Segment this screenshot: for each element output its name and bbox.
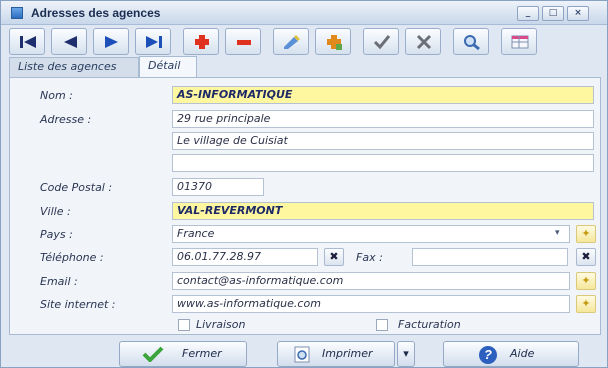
validate-button[interactable] <box>363 28 399 55</box>
code-postal-label: Code Postal : <box>40 181 113 194</box>
table-view-button[interactable] <box>501 28 537 55</box>
pays-add-button[interactable]: ✦ <box>576 225 596 243</box>
next-record-button[interactable] <box>93 28 129 55</box>
ville-label: Ville : <box>40 205 71 218</box>
window: Adresses des agences _ □ × Liste des age… <box>0 0 608 368</box>
search-icon <box>464 35 480 51</box>
aide-button[interactable]: ? Aide <box>443 341 579 367</box>
record-toolbar <box>9 28 601 56</box>
email-field[interactable]: contact@as-informatique.com <box>172 272 570 290</box>
cancel-icon <box>416 34 432 50</box>
search-button[interactable] <box>453 28 489 55</box>
livraison-checkbox[interactable] <box>178 319 190 331</box>
tab-liste-des-agences[interactable]: Liste des agences <box>9 57 139 77</box>
email-label: Email : <box>40 275 78 288</box>
first-record-button[interactable] <box>9 28 45 55</box>
facturation-label: Facturation <box>398 318 461 331</box>
pays-select[interactable]: France <box>172 225 570 243</box>
site-open-button[interactable]: ✦ <box>576 295 596 313</box>
nom-label: Nom : <box>40 89 73 102</box>
check-icon <box>142 346 164 362</box>
help-icon: ? <box>479 346 497 364</box>
delete-record-button[interactable] <box>225 28 261 55</box>
code-postal-field[interactable]: 01370 <box>172 178 264 196</box>
adresse-label: Adresse : <box>40 113 92 126</box>
telephone-field[interactable]: 06.01.77.28.97 <box>172 248 318 266</box>
previous-record-icon <box>64 36 77 48</box>
email-send-button[interactable]: ✦ <box>576 272 596 290</box>
ville-field[interactable]: VAL-REVERMONT <box>172 202 594 220</box>
add-record-button[interactable] <box>183 28 219 55</box>
minimize-button[interactable]: _ <box>517 6 539 21</box>
site-internet-field[interactable]: www.as-informatique.com <box>172 295 570 313</box>
nom-field[interactable]: AS-INFORMATIQUE <box>172 86 594 104</box>
delete-icon <box>237 40 251 45</box>
add-icon <box>195 35 209 49</box>
validate-icon <box>373 35 391 50</box>
fax-field[interactable] <box>412 248 568 266</box>
fax-clear-button[interactable]: ✖ <box>576 248 596 266</box>
previous-record-button[interactable] <box>51 28 87 55</box>
close-button[interactable]: × <box>567 6 589 21</box>
adresse-line1-field[interactable]: 29 rue principale <box>172 110 594 128</box>
adresse-line3-field[interactable] <box>172 154 594 172</box>
fax-label: Fax : <box>356 251 383 264</box>
print-preview-icon <box>294 346 310 363</box>
edit-record-button[interactable] <box>273 28 309 55</box>
tab-detail[interactable]: Détail <box>139 56 197 78</box>
window-title: Adresses des agences <box>31 6 161 20</box>
aide-label: Aide <box>510 347 535 360</box>
adresse-line2-field[interactable]: Le village de Cuisiat <box>172 132 594 150</box>
clear-icon: ✖ <box>581 250 591 263</box>
imprimer-dropdown-button[interactable]: ▾ <box>397 341 415 367</box>
title-bar[interactable]: Adresses des agences _ □ × <box>1 1 607 25</box>
clear-icon: ✖ <box>329 250 339 263</box>
pays-label: Pays : <box>40 228 73 241</box>
duplicate-icon <box>327 35 342 50</box>
app-icon <box>11 7 23 19</box>
imprimer-button[interactable]: Imprimer <box>277 341 395 367</box>
imprimer-label: Imprimer <box>322 347 373 360</box>
fermer-button[interactable]: Fermer <box>119 341 247 367</box>
next-record-icon <box>105 36 118 48</box>
table-icon <box>511 35 529 49</box>
livraison-label: Livraison <box>196 318 246 331</box>
first-record-icon <box>20 36 36 48</box>
svg-text:?: ? <box>484 347 492 362</box>
site-internet-label: Site internet : <box>40 298 116 311</box>
edit-icon <box>284 35 300 49</box>
fermer-label: Fermer <box>182 347 222 360</box>
cancel-button[interactable] <box>405 28 441 55</box>
detail-panel: Nom : AS-INFORMATIQUE Adresse : 29 rue p… <box>9 77 601 335</box>
facturation-checkbox[interactable] <box>376 319 388 331</box>
telephone-label: Téléphone : <box>40 251 104 264</box>
chevron-down-icon[interactable]: ▾ <box>555 228 560 238</box>
last-record-icon <box>146 36 162 48</box>
telephone-clear-button[interactable]: ✖ <box>324 248 344 266</box>
last-record-button[interactable] <box>135 28 171 55</box>
maximize-button[interactable]: □ <box>542 6 564 21</box>
chevron-down-icon: ▾ <box>403 347 409 360</box>
footer-bar: Fermer Imprimer ▾ ? Aide <box>1 337 607 367</box>
duplicate-record-button[interactable] <box>315 28 351 55</box>
